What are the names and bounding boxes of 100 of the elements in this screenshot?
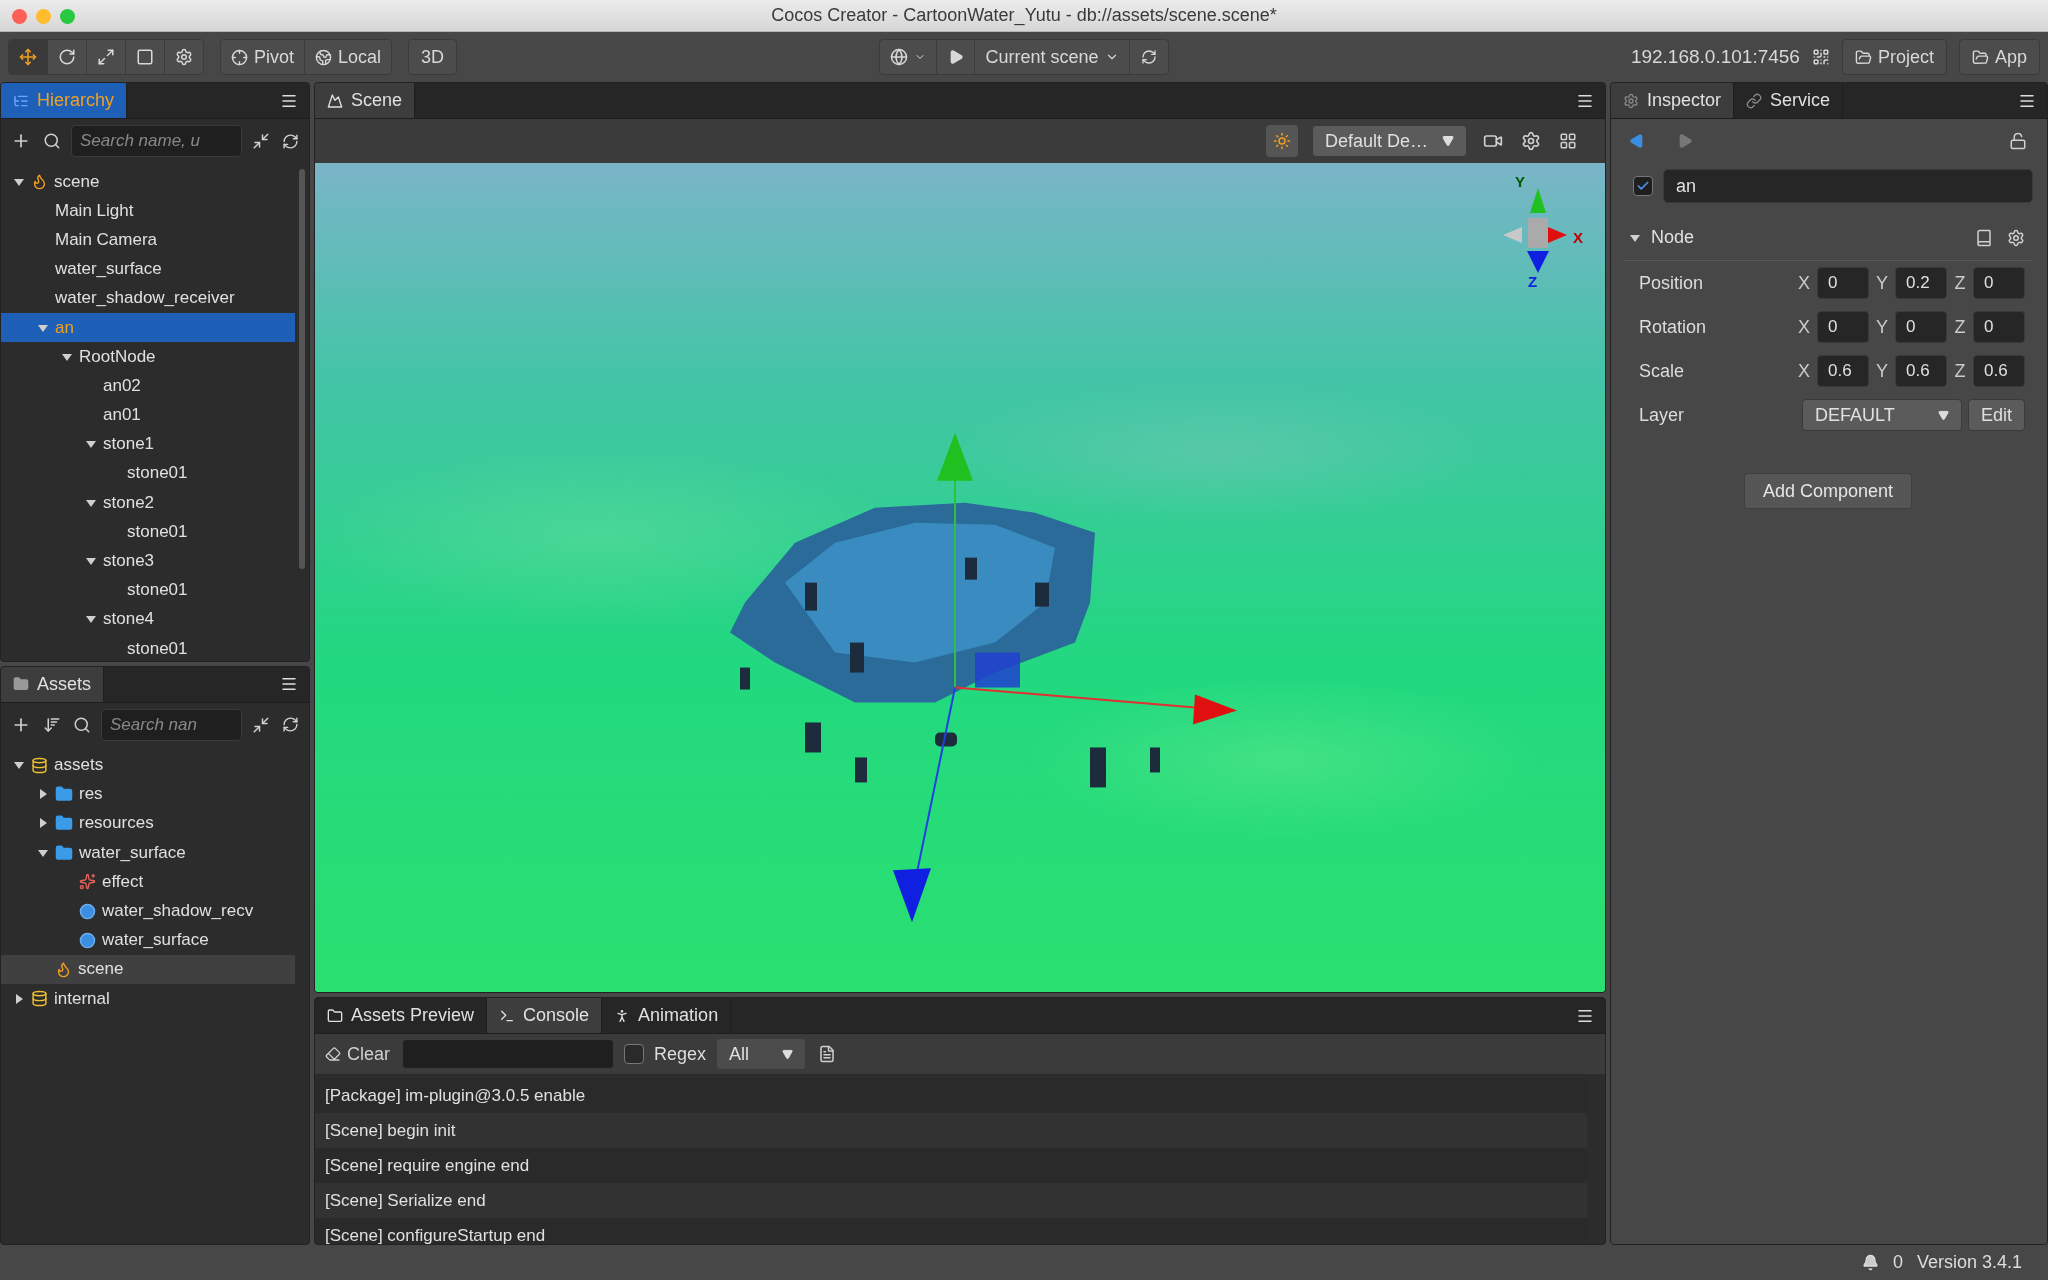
mode-button[interactable]: 3D [408,39,458,75]
tree-item[interactable]: resources [1,808,295,839]
tree-item[interactable]: water_shadow_recv [1,896,295,926]
expand-arrow-icon[interactable] [37,788,49,801]
scene-viewport[interactable]: Y X Z [315,163,1605,993]
tree-item[interactable]: effect [1,867,295,897]
refresh-button[interactable] [280,714,301,735]
database-icon [31,990,48,1008]
camera-select[interactable]: Default De… [1311,125,1467,157]
regex-checkbox[interactable] [624,1044,644,1065]
number-field[interactable]: 0 [1817,311,1869,343]
tree-item[interactable]: water_shadow_receiver [1,283,295,313]
version-label: Version 3.4.1 [1916,1252,2022,1273]
tree-item[interactable]: an02 [1,371,295,401]
number-field[interactable]: 0 [1817,267,1869,299]
property-label: Position [1639,272,1705,294]
unlock-icon [2009,132,2027,150]
axis-label: X [1797,360,1811,382]
tree-item[interactable]: an01 [1,400,295,430]
rect-icon [136,48,154,66]
filter-field[interactable] [402,1039,614,1070]
scene-select[interactable]: Current scene [975,40,1130,74]
tree-item[interactable]: scene [1,954,295,984]
search-icon [43,132,61,150]
tree-item[interactable]: assets [1,750,295,780]
sphere-icon [79,931,96,949]
expand-arrow-icon[interactable] [13,992,25,1005]
sphere-icon [79,902,96,920]
property-label: Rotation [1639,316,1708,338]
folder-icon [1971,48,1989,66]
active-checkbox[interactable] [1633,176,1653,196]
regex-label: Regex [654,1043,707,1065]
local-button[interactable]: Local [305,40,392,74]
expand-arrow-icon[interactable] [37,817,49,830]
tree-item[interactable]: stone01 [1,458,295,489]
tree-item[interactable]: water_surface [1,925,295,955]
search-field[interactable]: Search name, u [71,125,242,157]
scrollbar-thumb[interactable] [299,169,305,569]
open-folder-button[interactable]: App [1958,39,2040,75]
qr-code-icon[interactable] [1811,48,1830,66]
grid-icon [1559,132,1577,150]
number-field[interactable]: 0.6 [1817,355,1869,387]
open-folder-button[interactable]: Project [1841,39,1947,75]
level-select[interactable]: All [716,1038,807,1071]
add-component-button[interactable]: Add Component [1743,473,1913,509]
tree-item[interactable]: internal [1,984,295,1014]
globe-icon [315,48,333,66]
link-icon [1746,92,1763,109]
axis-label: Y [1875,272,1889,294]
number-field[interactable]: 0.6 [1973,355,2025,387]
folder-icon [327,1007,343,1024]
tree-item[interactable]: stone3 [1,546,295,576]
tree-item[interactable]: stone1 [1,429,295,459]
light-toggle-button[interactable] [1265,125,1298,157]
number-field[interactable]: 0.2 [1895,267,1947,299]
move-tool-button[interactable] [9,40,48,74]
scene-tab[interactable]: Scene [315,83,416,118]
rotate-icon [58,48,76,66]
tree-item[interactable]: water_surface [1,838,295,868]
tree-item[interactable]: Main Camera [1,225,295,255]
book-icon [1975,228,1993,247]
tree-item[interactable]: stone01 [1,517,295,547]
gear-icon [1623,92,1639,109]
bell-icon [1861,1254,1879,1271]
tree-item[interactable]: Main Light [1,196,295,226]
search-field[interactable]: Search nan [101,708,242,741]
number-field[interactable]: 0 [1973,267,2025,299]
sort-icon [43,715,61,734]
tree-item[interactable]: water_surface [1,254,295,284]
pivot-button[interactable]: Pivot [221,40,306,74]
number-field[interactable]: 0 [1973,311,2025,343]
property-label: Layer [1639,404,1686,426]
tree-item[interactable]: stone01 [1,575,295,605]
number-field[interactable]: 0.6 [1895,355,1947,387]
eraser-icon [325,1046,341,1063]
preview-address: 192.168.0.101:7456 [1630,46,1800,68]
axis-label: Z [1528,272,1538,290]
back-triangle-icon [1629,133,1645,149]
gear-icon [1521,131,1541,151]
tree-item[interactable]: stone4 [1,604,295,634]
panel-tab[interactable]: Console [487,998,603,1034]
tree-item[interactable]: stone01 [1,634,295,661]
assets-tab[interactable]: Assets [1,666,105,702]
layer-select[interactable]: DEFAULT [1801,399,1962,431]
edit-button[interactable]: Edit [1967,399,2025,431]
tree-item[interactable]: scene [1,167,295,197]
section-title: Node [1651,227,1696,248]
clear-button[interactable]: Clear [323,1041,392,1067]
number-field[interactable]: 0 [1895,311,1947,343]
crosshair-icon [231,48,248,66]
name-field[interactable]: an [1663,169,2033,203]
tree-item[interactable]: stone2 [1,488,295,518]
panel-tab[interactable]: Inspector [1611,83,1735,118]
dropdown-arrow-icon [1937,409,1949,421]
refresh-icon [282,132,299,150]
notification-count: 0 [1892,1252,1903,1273]
tree-item[interactable]: RootNode [1,342,295,372]
tree-item[interactable]: res [1,779,295,809]
folder-icon [1854,48,1872,66]
axis-label: Z [1953,360,1967,382]
